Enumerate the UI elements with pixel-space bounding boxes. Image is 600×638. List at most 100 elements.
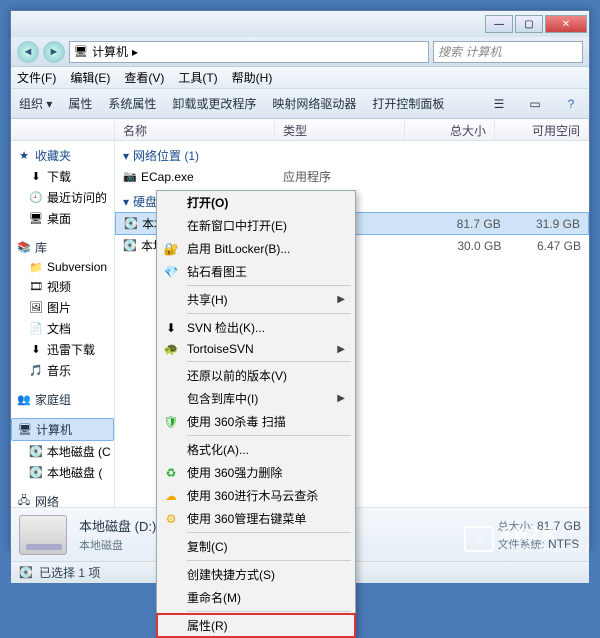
ctx-properties[interactable]: 属性(R) [157, 614, 355, 637]
organize-button[interactable]: 组织 ▾ [19, 95, 52, 112]
list-item-ecap[interactable]: 📷ECap.exe 应用程序 [115, 166, 589, 187]
sidebar-network[interactable]: 🖧网络 [11, 491, 114, 507]
map-drive-button[interactable]: 映射网络驱动器 [272, 95, 356, 112]
drive-icon-large [19, 515, 67, 555]
ctx-shortcut[interactable]: 创建快捷方式(S) [157, 563, 355, 586]
diamond-icon: 💎 [163, 265, 179, 279]
sidebar-item-drive-d[interactable]: 💽本地磁盘 ( [11, 462, 114, 483]
sidebar-item-drive-c[interactable]: 💽本地磁盘 (C [11, 441, 114, 462]
ctx-360-delete[interactable]: ♻使用 360强力删除 [157, 461, 355, 484]
column-headers: 名称 类型 总大小 可用空间 [11, 119, 589, 141]
chevron-down-icon: ▾ [123, 195, 129, 209]
music-icon: 🎵 [29, 364, 43, 378]
ctx-svn-checkout[interactable]: ⬇SVN 检出(K)... [157, 316, 355, 339]
separator [187, 611, 351, 612]
chevron-down-icon: ▾ [123, 149, 129, 163]
computer-icon: 🖥 [74, 45, 88, 59]
ctx-360-trojan[interactable]: ☁使用 360进行木马云查杀 [157, 484, 355, 507]
title-bar: — ▢ ✕ [11, 11, 589, 37]
forward-button[interactable]: ► [43, 41, 65, 63]
tortoise-icon: 🐢 [163, 342, 179, 356]
ctx-share[interactable]: 共享(H)▶ [157, 288, 355, 311]
sidebar-item-music[interactable]: 🎵音乐 [11, 360, 114, 381]
sidebar-item-svn[interactable]: 📁Subversion [11, 258, 114, 276]
recent-icon: 🕘 [29, 191, 43, 205]
drive-icon: 💽 [123, 239, 137, 253]
ctx-include-library[interactable]: 包含到库中(I)▶ [157, 387, 355, 410]
sidebar-item-docs[interactable]: 📄文档 [11, 318, 114, 339]
control-panel-button[interactable]: 打开控制面板 [372, 95, 444, 112]
ctx-bitlocker[interactable]: 🔐启用 BitLocker(B)... [157, 237, 355, 260]
sidebar-item-desktop[interactable]: 🖥桌面 [11, 208, 114, 229]
ctx-diamond[interactable]: 💎钻石看图王 [157, 260, 355, 283]
menu-bar: 文件(F) 编辑(E) 查看(V) 工具(T) 帮助(H) [11, 67, 589, 89]
shield-icon: 🛡 [163, 415, 179, 429]
submenu-arrow-icon: ▶ [337, 294, 345, 305]
search-input[interactable]: 搜索 计算机 [433, 41, 583, 63]
library-icon: 📚 [17, 241, 31, 255]
help-button[interactable]: ? [561, 94, 581, 114]
menu-file[interactable]: 文件(F) [17, 69, 56, 86]
app-icon: 📷 [123, 170, 137, 184]
properties-button[interactable]: 属性 [68, 95, 92, 112]
separator [187, 361, 351, 362]
ctx-new-window[interactable]: 在新窗口中打开(E) [157, 214, 355, 237]
address-bar[interactable]: 🖥 计算机 ▸ [69, 41, 429, 63]
drive-icon: 💽 [29, 445, 43, 459]
menu-help[interactable]: 帮助(H) [232, 69, 273, 86]
separator [187, 285, 351, 286]
ctx-tortoisesvn[interactable]: 🐢TortoiseSVN▶ [157, 339, 355, 359]
gear-icon: ⚙ [163, 512, 179, 526]
ctx-360-menu[interactable]: ⚙使用 360管理右键菜单 [157, 507, 355, 530]
view-mode-button[interactable]: ☰ [489, 94, 509, 114]
menu-view[interactable]: 查看(V) [124, 69, 164, 86]
col-name[interactable]: 名称 [115, 119, 275, 140]
separator [187, 532, 351, 533]
sidebar-item-pictures[interactable]: 🖼图片 [11, 297, 114, 318]
document-icon: 📄 [29, 322, 43, 336]
maximize-button[interactable]: ▢ [515, 15, 543, 33]
minimize-button[interactable]: — [485, 15, 513, 33]
ctx-rename[interactable]: 重命名(M) [157, 586, 355, 609]
svn-icon: ⬇ [163, 321, 179, 335]
ctx-previous-versions[interactable]: 还原以前的版本(V) [157, 364, 355, 387]
context-menu: 打开(O) 在新窗口中打开(E) 🔐启用 BitLocker(B)... 💎钻石… [156, 190, 356, 638]
separator [187, 560, 351, 561]
close-button[interactable]: ✕ [545, 15, 587, 33]
drive-icon: 💽 [19, 566, 33, 580]
sidebar-computer[interactable]: 🖥计算机 [11, 418, 114, 441]
sidebar-libraries[interactable]: 📚库 [11, 237, 114, 258]
ctx-open[interactable]: 打开(O) [157, 191, 355, 214]
ctx-format[interactable]: 格式化(A)... [157, 438, 355, 461]
homegroup-icon: 👥 [17, 393, 31, 407]
picture-icon: 🖼 [29, 301, 43, 315]
address-bar-row: ◄ ► 🖥 计算机 ▸ 搜索 计算机 [11, 37, 589, 67]
system-properties-button[interactable]: 系统属性 [108, 95, 156, 112]
trash-icon: ♻ [163, 466, 179, 480]
sidebar-item-downloads[interactable]: ⬇下载 [11, 166, 114, 187]
col-type[interactable]: 类型 [275, 119, 405, 140]
watermark-url: XITONGZHIJIA.NET [500, 544, 590, 554]
ctx-360-scan[interactable]: 🛡使用 360杀毒 扫描 [157, 410, 355, 433]
breadcrumb-item[interactable]: 计算机 [92, 43, 128, 60]
cloud-icon: ☁ [163, 489, 179, 503]
sidebar-item-video[interactable]: 🎞视频 [11, 276, 114, 297]
col-free[interactable]: 可用空间 [495, 119, 589, 140]
back-button[interactable]: ◄ [17, 41, 39, 63]
preview-pane-button[interactable]: ▭ [525, 94, 545, 114]
drive-icon: 💽 [29, 466, 43, 480]
separator [187, 313, 351, 314]
uninstall-button[interactable]: 卸载或更改程序 [172, 95, 256, 112]
sidebar-item-recent[interactable]: 🕘最近访问的 [11, 187, 114, 208]
menu-tools[interactable]: 工具(T) [178, 69, 217, 86]
ctx-copy[interactable]: 复制(C) [157, 535, 355, 558]
status-text: 已选择 1 项 [39, 564, 100, 581]
sidebar-favorites[interactable]: ★收藏夹 [11, 145, 114, 166]
col-total[interactable]: 总大小 [405, 119, 495, 140]
group-network-location[interactable]: ▾网络位置 (1) [115, 141, 589, 166]
sidebar-item-xunlei[interactable]: ⬇迅雷下载 [11, 339, 114, 360]
sidebar-homegroup[interactable]: 👥家庭组 [11, 389, 114, 410]
network-icon: 🖧 [17, 495, 31, 508]
navigation-pane: ★收藏夹 ⬇下载 🕘最近访问的 🖥桌面 📚库 📁Subversion 🎞视频 🖼… [11, 141, 115, 507]
menu-edit[interactable]: 编辑(E) [70, 69, 110, 86]
